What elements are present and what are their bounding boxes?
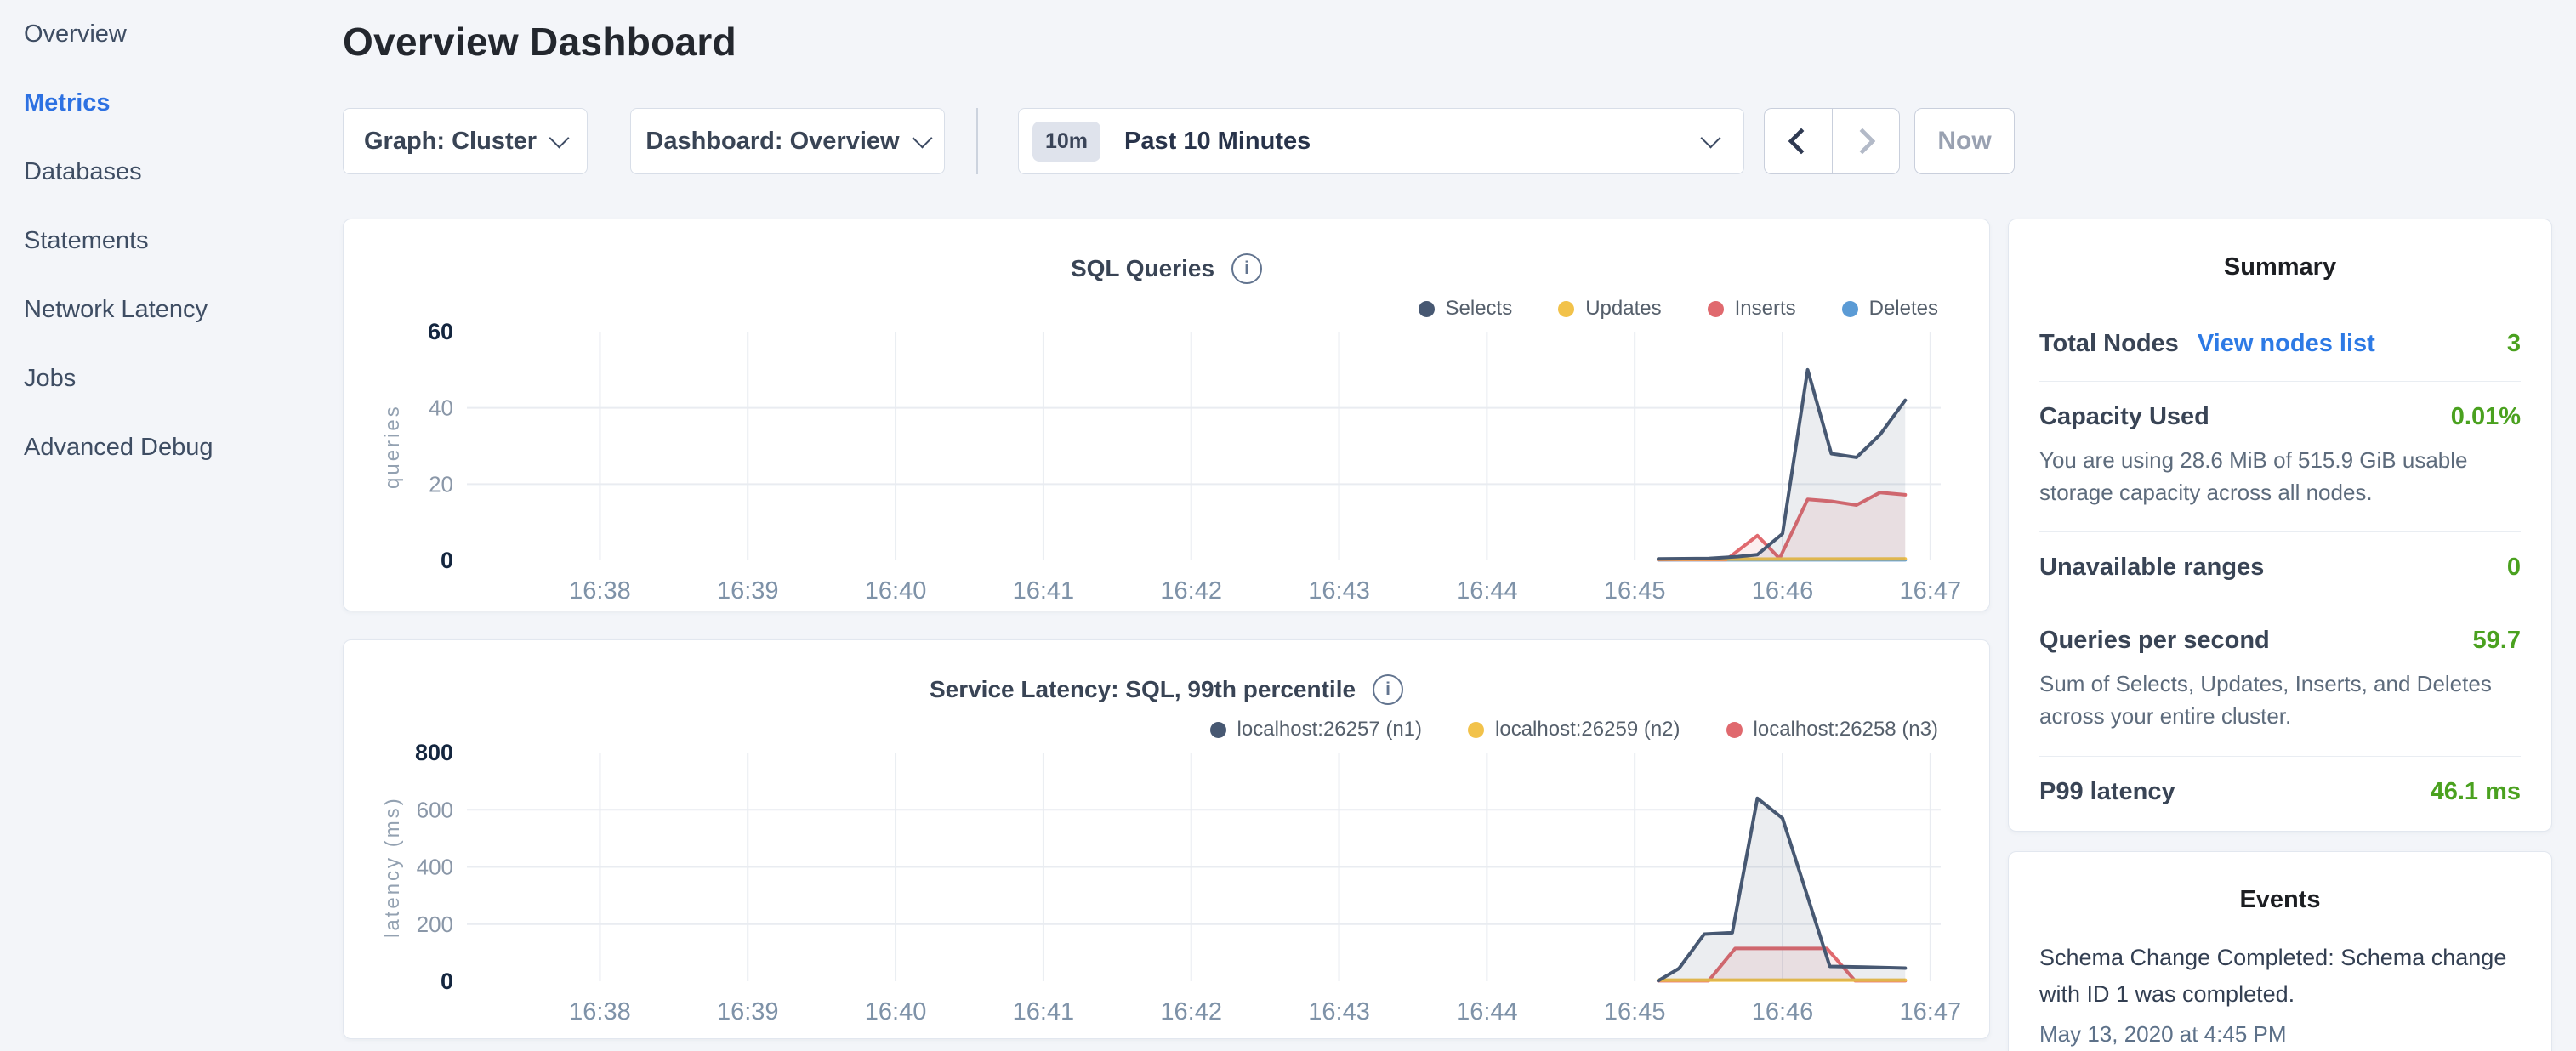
x-tick-label: 16:43 xyxy=(1308,577,1370,605)
time-range-label: Past 10 Minutes xyxy=(1124,128,1703,156)
x-tick-label: 16:45 xyxy=(1604,577,1666,605)
sidebar-item-overview[interactable]: Overview xyxy=(0,0,340,69)
x-tick-label: 16:42 xyxy=(1160,998,1222,1025)
metric-label: Total Nodes xyxy=(2039,330,2179,358)
x-tick-label: 16:41 xyxy=(1013,577,1075,605)
events-title: Events xyxy=(2009,886,2551,914)
chevron-down-icon xyxy=(549,128,569,148)
x-tick-label: 16:44 xyxy=(1456,998,1518,1025)
x-tick-label: 16:41 xyxy=(1013,998,1075,1025)
next-range-button[interactable] xyxy=(1832,109,1900,173)
y-tick-label: 20 xyxy=(429,471,453,497)
chevron-left-icon xyxy=(1788,128,1815,154)
sidebar-item-statements[interactable]: Statements xyxy=(0,207,340,276)
metric-value: 0 xyxy=(2507,554,2521,582)
metric-row-p99-latency: P99 latency 46.1 ms xyxy=(2039,756,2521,829)
graph-dropdown-label: Graph: Cluster xyxy=(364,128,537,156)
chevron-right-icon xyxy=(1849,128,1875,154)
x-tick-label: 16:39 xyxy=(717,577,779,605)
metric-row-capacity-used: Capacity Used 0.01% You are using 28.6 M… xyxy=(2039,381,2521,531)
sidebar-item-advanced-debug[interactable]: Advanced Debug xyxy=(0,413,340,482)
now-button[interactable]: Now xyxy=(1914,108,2015,174)
x-tick-label: 16:43 xyxy=(1308,998,1370,1025)
metric-label: P99 latency xyxy=(2039,778,2175,806)
sidebar-item-metrics[interactable]: Metrics xyxy=(0,69,340,138)
sidebar-item-network-latency[interactable]: Network Latency xyxy=(0,276,340,344)
metric-value: 3 xyxy=(2507,330,2521,358)
metric-row-queries-per-second: Queries per second 59.7 Sum of Selects, … xyxy=(2039,605,2521,755)
event-item[interactable]: Schema Change Completed: Schema change w… xyxy=(2009,914,2551,1048)
metric-row-unavailable-ranges: Unavailable ranges 0 xyxy=(2039,531,2521,605)
y-tick-label: 40 xyxy=(429,395,453,421)
x-tick-label: 16:40 xyxy=(865,998,927,1025)
event-timestamp: May 13, 2020 at 4:45 PM xyxy=(2039,1021,2521,1048)
view-nodes-list-link[interactable]: View nodes list xyxy=(2198,330,2375,358)
metric-label: Capacity Used xyxy=(2039,403,2209,431)
x-tick-label: 16:47 xyxy=(1900,577,1962,605)
y-tick-label: 600 xyxy=(417,797,453,822)
metric-label: Unavailable ranges xyxy=(2039,554,2264,582)
events-panel: Events Schema Change Completed: Schema c… xyxy=(2008,851,2552,1051)
x-tick-label: 16:44 xyxy=(1456,577,1518,605)
y-tick-label: 60 xyxy=(428,319,453,344)
time-range-badge: 10m xyxy=(1032,122,1100,162)
metric-value: 46.1 ms xyxy=(2431,778,2521,806)
dashboard-dropdown-label: Dashboard: Overview xyxy=(645,128,899,156)
graph-dropdown[interactable]: Graph: Cluster xyxy=(343,108,588,174)
x-tick-label: 16:39 xyxy=(717,998,779,1025)
metric-description: You are using 28.6 MiB of 515.9 GiB usab… xyxy=(2039,445,2521,508)
y-tick-label: 400 xyxy=(417,855,453,880)
metric-label: Queries per second xyxy=(2039,627,2270,655)
metric-value: 0.01% xyxy=(2451,403,2521,431)
sidebar-item-jobs[interactable]: Jobs xyxy=(0,344,340,413)
sidebar: Overview Metrics Databases Statements Ne… xyxy=(0,0,340,1051)
app-root: Overview Metrics Databases Statements Ne… xyxy=(0,0,2576,1051)
service-latency-chart-card: Service Latency: SQL, 99th percentile i … xyxy=(343,639,1990,1039)
summary-panel: Summary Total Nodes View nodes list 3 Ca… xyxy=(2008,219,2552,832)
series-area xyxy=(1658,798,1905,981)
summary-title: Summary xyxy=(2009,253,2551,281)
metric-description: Sum of Selects, Updates, Inserts, and De… xyxy=(2039,668,2521,732)
x-tick-label: 16:42 xyxy=(1160,577,1222,605)
x-tick-label: 16:40 xyxy=(865,577,927,605)
y-tick-label: 200 xyxy=(417,912,453,937)
dashboard-dropdown[interactable]: Dashboard: Overview xyxy=(630,108,945,174)
controls-bar: Graph: Cluster Dashboard: Overview 10m P… xyxy=(343,108,2015,174)
sql-queries-chart-card: SQL Queries i SelectsUpdatesInsertsDelet… xyxy=(343,219,1990,611)
x-tick-label: 16:45 xyxy=(1604,998,1666,1025)
x-tick-label: 16:47 xyxy=(1900,998,1962,1025)
y-tick-label: 800 xyxy=(415,740,453,765)
page-title: Overview Dashboard xyxy=(343,19,736,65)
metric-row-total-nodes: Total Nodes View nodes list 3 xyxy=(2039,309,2521,381)
y-tick-label: 0 xyxy=(441,548,453,573)
summary-metrics: Total Nodes View nodes list 3 Capacity U… xyxy=(2009,309,2551,829)
previous-range-button[interactable] xyxy=(1765,109,1832,173)
event-message: Schema Change Completed: Schema change w… xyxy=(2039,940,2521,1013)
metric-value: 59.7 xyxy=(2473,627,2521,655)
chevron-down-icon xyxy=(912,128,932,148)
x-tick-label: 16:38 xyxy=(569,577,631,605)
controls-divider xyxy=(976,108,978,174)
chevron-down-icon xyxy=(1700,128,1720,148)
x-tick-label: 16:46 xyxy=(1752,998,1814,1025)
x-tick-label: 16:38 xyxy=(569,998,631,1025)
time-step-buttons xyxy=(1764,108,1900,174)
x-tick-label: 16:46 xyxy=(1752,577,1814,605)
sidebar-item-databases[interactable]: Databases xyxy=(0,138,340,207)
y-tick-label: 0 xyxy=(441,969,453,994)
time-range-selector[interactable]: 10m Past 10 Minutes xyxy=(1018,108,1744,174)
